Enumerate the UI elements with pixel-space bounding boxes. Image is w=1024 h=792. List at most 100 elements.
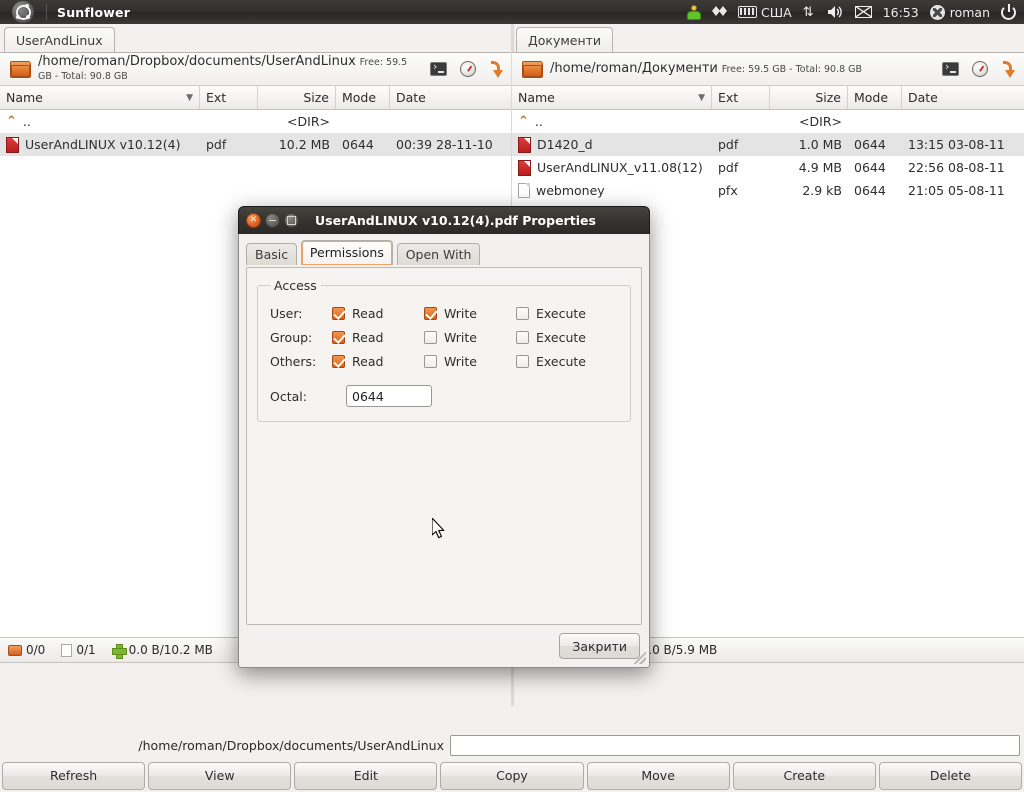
folder-count-icon [8, 644, 22, 656]
file-date [390, 110, 512, 133]
desktop-top-panel: Sunflower США ⇅ 16:53 roman [0, 0, 1024, 24]
mail-icon[interactable] [854, 0, 872, 24]
user-execute-checkbox[interactable]: Execute [516, 306, 608, 321]
dialog-title: UserAndLINUX v10.12(4).pdf Properties [315, 213, 596, 228]
terminal-icon[interactable] [430, 60, 447, 76]
group-execute-checkbox[interactable]: Execute [516, 330, 608, 345]
octal-input[interactable] [346, 385, 432, 407]
column-header-name[interactable]: Name ▼ [512, 86, 712, 109]
checkbox-label: Read [352, 329, 384, 345]
system-tray: США ⇅ 16:53 roman [687, 0, 1024, 24]
right-pane-tabstrip: Документи [512, 24, 1024, 53]
file-ext: pdf [206, 137, 227, 152]
file-name: UserAndLINUX_v11.08(12) [537, 160, 703, 175]
dropbox-icon[interactable] [712, 0, 728, 24]
file-count-icon [61, 643, 73, 657]
keyboard-icon [738, 6, 758, 18]
table-row[interactable]: webmoney pfx 2.9 kB 0644 21:05 05-08-11 [512, 179, 1024, 202]
tab-open-with[interactable]: Open With [396, 243, 481, 265]
access-group-label: Access [274, 278, 317, 293]
right-pane-tab[interactable]: Документи [516, 27, 614, 53]
column-header-date[interactable]: Date [390, 86, 512, 109]
resize-grip[interactable] [634, 652, 646, 664]
minimize-icon[interactable] [265, 213, 280, 228]
user-menu[interactable]: roman [929, 0, 990, 24]
group-label: Group: [270, 329, 313, 345]
view-button[interactable]: View [148, 761, 292, 790]
group-read-checkbox[interactable]: Read [332, 330, 424, 345]
terminal-icon[interactable] [942, 60, 959, 76]
power-icon[interactable] [1001, 0, 1016, 24]
table-row[interactable]: ⌃.. <DIR> [0, 110, 512, 133]
access-group: Access User: Read Write Execute Group: R… [257, 278, 631, 422]
maximize-icon[interactable] [284, 213, 299, 228]
command-line-path-label: /home/roman/Dropbox/documents/UserAndLin… [138, 738, 444, 753]
user-status-icon[interactable] [687, 0, 702, 24]
arrow-icon[interactable] [489, 60, 504, 78]
file-date: 21:05 05-08-11 [908, 183, 1005, 198]
volume-icon[interactable] [827, 0, 844, 24]
arrow-icon[interactable] [1001, 60, 1016, 78]
tab-basic[interactable]: Basic [246, 243, 298, 265]
left-size-total: 0.0 B/10.2 MB [128, 643, 213, 657]
column-header-ext[interactable]: Ext [712, 86, 770, 109]
file-size: 1.0 MB [798, 137, 842, 152]
column-header-date[interactable]: Date [902, 86, 1024, 109]
ubuntu-logo-icon[interactable] [12, 1, 34, 23]
file-size: 4.9 MB [798, 160, 842, 175]
dialog-body: Basic Permissions Open With Access User:… [238, 234, 650, 668]
user-read-checkbox[interactable]: Read [332, 306, 424, 321]
tab-permissions[interactable]: Permissions [300, 240, 393, 265]
command-line-row: /home/roman/Dropbox/documents/UserAndLin… [0, 732, 1024, 759]
file-ext [200, 110, 258, 133]
file-name: .. [534, 114, 543, 129]
table-row[interactable]: D1420_d pdf 1.0 MB 0644 13:15 03-08-11 [512, 133, 1024, 156]
column-header-mode[interactable]: Mode [848, 86, 902, 109]
edit-button[interactable]: Edit [294, 761, 438, 790]
close-button[interactable]: Закрити [559, 633, 640, 659]
column-header-size[interactable]: Size [770, 86, 848, 109]
pdf-file-icon [518, 159, 531, 176]
column-header-ext[interactable]: Ext [200, 86, 258, 109]
checkbox-icon [424, 306, 437, 320]
refresh-button[interactable]: Refresh [2, 761, 146, 790]
group-write-checkbox[interactable]: Write [424, 330, 516, 345]
others-read-checkbox[interactable]: Read [332, 354, 424, 369]
file-date: 13:15 03-08-11 [908, 137, 1005, 152]
checkbox-icon [424, 354, 437, 368]
command-line-input[interactable] [450, 735, 1020, 756]
column-header-size[interactable]: Size [258, 86, 336, 109]
copy-button[interactable]: Copy [440, 761, 584, 790]
checkbox-label: Read [352, 353, 384, 369]
user-write-checkbox[interactable]: Write [424, 306, 516, 321]
left-pane-path[interactable]: /home/roman/Dropbox/documents/UserAndLin… [38, 54, 356, 69]
table-row[interactable]: ⌃.. <DIR> [512, 110, 1024, 133]
others-write-checkbox[interactable]: Write [424, 354, 516, 369]
checkbox-label: Execute [536, 329, 586, 345]
column-header-name[interactable]: Name ▼ [0, 86, 200, 109]
octal-label: Octal: [270, 388, 307, 404]
close-icon[interactable]: ✕ [246, 213, 261, 228]
clock-text: 16:53 [882, 4, 919, 20]
network-updown-icon[interactable]: ⇅ [803, 0, 816, 24]
sort-descending-icon: ▼ [186, 92, 193, 103]
table-row[interactable]: UserAndLINUX_v11.08(12) pdf 4.9 MB 0644 … [512, 156, 1024, 179]
others-execute-checkbox[interactable]: Execute [516, 354, 608, 369]
delete-button[interactable]: Delete [878, 761, 1022, 790]
file-mode: 0644 [854, 160, 886, 175]
keyboard-layout-indicator[interactable]: США [738, 0, 792, 24]
checkbox-label: Write [444, 329, 478, 345]
right-pane-path[interactable]: /home/roman/Документи [550, 61, 718, 76]
left-pane-tab[interactable]: UserAndLinux [4, 27, 115, 53]
gauge-icon[interactable] [460, 61, 476, 77]
right-size-total: 0.0 B/5.9 MB [640, 643, 718, 657]
permission-row-group: Group: Read Write Execute [270, 325, 618, 349]
gauge-icon[interactable] [972, 61, 988, 77]
table-row[interactable]: UserAndLINUX v10.12(4) pdf 10.2 MB 0644 … [0, 133, 512, 156]
column-header-name-label: Name [6, 90, 43, 105]
clock-label[interactable]: 16:53 [883, 0, 919, 24]
column-header-mode[interactable]: Mode [336, 86, 390, 109]
move-button[interactable]: Move [586, 761, 730, 790]
dialog-titlebar[interactable]: ✕ UserAndLINUX v10.12(4).pdf Properties [238, 206, 650, 234]
create-button[interactable]: Create [732, 761, 876, 790]
